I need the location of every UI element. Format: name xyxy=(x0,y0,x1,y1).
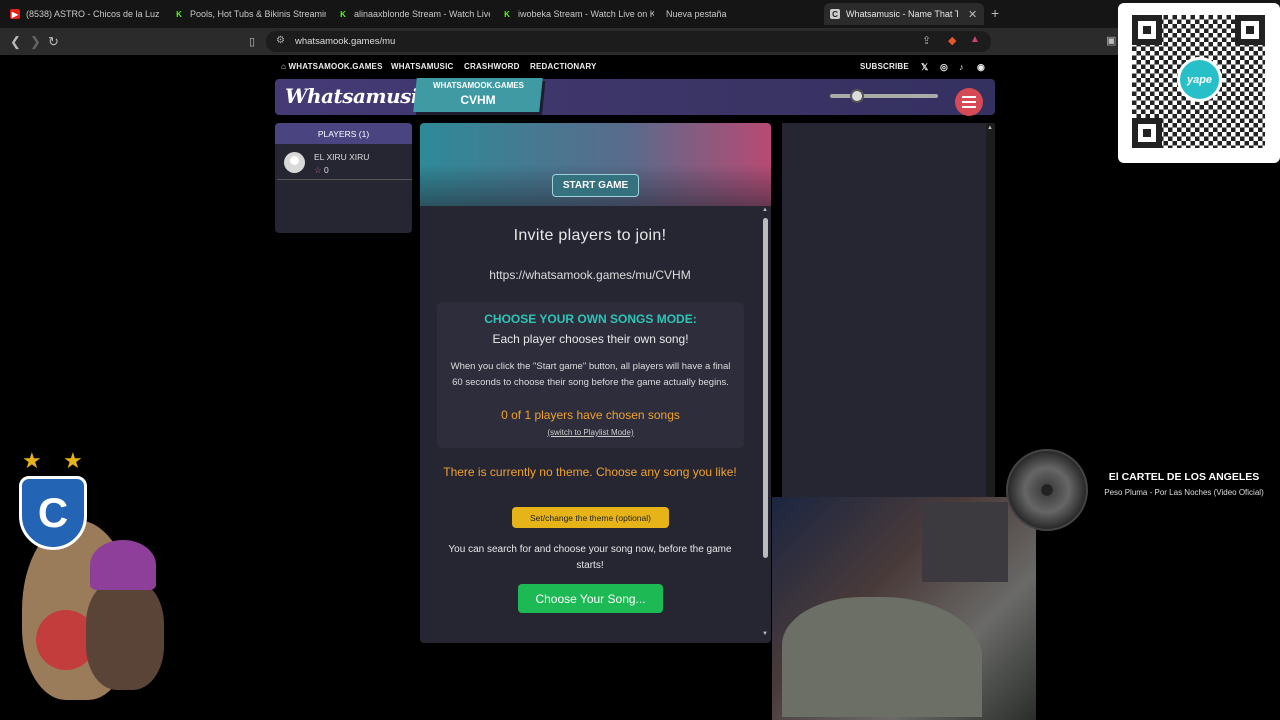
nav-redactionary[interactable]: REDACTIONARY xyxy=(530,62,597,71)
divider xyxy=(277,179,412,180)
nav-crashword[interactable]: CRASHWORD xyxy=(464,62,520,71)
mode-description: When you click the "Start game" button, … xyxy=(450,361,731,388)
mode-subtitle: Each player chooses their own song! xyxy=(492,332,689,346)
tab-iwobeka[interactable]: K iwobeka Stream - Watch Live on Kick xyxy=(496,3,654,25)
share-icon[interactable]: ⇪ xyxy=(922,34,931,47)
player-name: EL XIRU XIRU xyxy=(314,152,370,162)
room-site-label: WHATSAMOOK.GAMES xyxy=(433,81,524,90)
tiktok-icon[interactable]: ♪ xyxy=(959,62,964,72)
qr-finder xyxy=(1235,15,1265,45)
reload-icon[interactable]: ↻ xyxy=(48,34,59,50)
nav-subscribe[interactable]: SUBSCRIBE xyxy=(860,62,909,71)
room-code: CVHM xyxy=(460,93,496,107)
qr-finder xyxy=(1132,118,1162,148)
chat-panel xyxy=(782,123,986,498)
twitter-icon[interactable]: 𝕏 xyxy=(921,62,928,73)
close-tab-icon[interactable]: ✕ xyxy=(968,8,977,21)
volume-slider[interactable] xyxy=(830,94,938,98)
tab-label: alinaaxblonde Stream - Watch Live o xyxy=(354,9,490,19)
set-theme-button[interactable]: Set/change the theme (optional) xyxy=(512,507,669,528)
bookmark-icon[interactable]: ▯ xyxy=(249,35,255,48)
nav-home[interactable]: ⌂ WHATSAMOOK.GAMES xyxy=(281,62,383,71)
back-icon[interactable]: ❮ xyxy=(10,34,21,50)
theme-text: There is currently no theme. Choose any … xyxy=(443,465,737,479)
scroll-up-icon[interactable]: ▲ xyxy=(987,125,993,131)
invite-title: Invite players to join! xyxy=(513,227,667,244)
url-text: whatsamook.games/mu xyxy=(295,36,396,47)
tab-alina[interactable]: K alinaaxblonde Stream - Watch Live o xyxy=(332,3,490,25)
sidebar-icon[interactable]: ▣ xyxy=(1106,34,1116,47)
invite-url[interactable]: https://whatsamook.games/mu/CVHM xyxy=(430,268,750,282)
instagram-icon[interactable]: ◎ xyxy=(940,62,948,73)
kick-icon: K xyxy=(176,9,182,19)
tab-label: iwobeka Stream - Watch Live on Kick xyxy=(518,9,654,19)
lobby-scrollbar[interactable] xyxy=(763,218,768,558)
brave-shield-icon[interactable]: ◆ xyxy=(948,34,956,47)
start-game-button[interactable]: START GAME xyxy=(552,174,639,197)
tab-label: Whatsamusic - Name That Tune xyxy=(846,9,958,19)
chosen-count: 0 of 1 players have chosen songs xyxy=(501,408,680,422)
kick-icon: K xyxy=(504,9,510,19)
site-info-icon[interactable]: ⚙ xyxy=(276,35,285,46)
tab-label: Pools, Hot Tubs & Bikinis Streaming xyxy=(190,9,326,19)
choose-song-button[interactable]: Choose Your Song... xyxy=(518,584,663,613)
volume-handle[interactable] xyxy=(850,89,864,103)
tab-whatsamusic[interactable]: C Whatsamusic - Name That Tune ✕ xyxy=(824,3,984,25)
whatsamusic-icon: C xyxy=(830,9,840,19)
url-bar[interactable]: ⚙ whatsamook.games/mu ⇪ ◆ ▲ xyxy=(266,31,991,52)
menu-icon[interactable] xyxy=(955,88,983,116)
yape-logo: yape xyxy=(1177,57,1222,102)
star-icon: ★ xyxy=(22,448,42,473)
address-toolbar: ❮ ❯ ↻ ▯ ⚙ whatsamook.games/mu ⇪ ◆ ▲ ▣ xyxy=(0,28,1280,55)
player-score: ☆ 0 xyxy=(314,165,329,175)
now-playing-title: El CARTEL DE LOS ANGELES xyxy=(1108,471,1260,483)
webcam-feed xyxy=(772,497,1036,720)
chat-scrollbar[interactable] xyxy=(986,123,995,498)
site-logo[interactable]: Whatsamusic xyxy=(285,84,430,108)
youtube-icon: ▶ xyxy=(10,9,20,19)
scroll-down-icon[interactable]: ▼ xyxy=(762,631,768,637)
browser-tab-bar: ▶ (8538) ASTRO - Chicos de la Luz (Ful K… xyxy=(0,0,1280,28)
kick-icon: K xyxy=(340,9,346,19)
rewards-icon[interactable]: ▲ xyxy=(970,34,980,45)
tab-new[interactable]: Nueva pestaña xyxy=(660,3,818,25)
album-art xyxy=(1006,449,1088,531)
star-icon: ★ xyxy=(63,448,83,473)
search-text: You can search for and choose your song … xyxy=(448,544,732,571)
switch-playlist-link[interactable]: (switch to Playlist Mode) xyxy=(437,428,744,437)
players-header: PLAYERS (1) xyxy=(275,123,412,144)
new-tab-icon[interactable]: + xyxy=(991,5,999,21)
star-icon: ☆ xyxy=(314,165,324,175)
mode-title: CHOOSE YOUR OWN SONGS MODE: xyxy=(484,312,697,326)
now-playing-artist: Peso Pluma - Por Las Noches (Video Ofici… xyxy=(1104,488,1264,497)
mascot-hat xyxy=(90,540,156,590)
tab-astro[interactable]: ▶ (8538) ASTRO - Chicos de la Luz (Ful xyxy=(4,3,162,25)
club-shield-logo: C xyxy=(19,476,87,550)
qr-finder xyxy=(1132,15,1162,45)
discord-icon[interactable]: ◉ xyxy=(977,62,985,73)
tab-label: Nueva pestaña xyxy=(666,9,727,19)
mascot-face xyxy=(86,580,164,690)
scroll-up-icon[interactable]: ▲ xyxy=(762,207,768,213)
tab-label: (8538) ASTRO - Chicos de la Luz (Ful xyxy=(26,9,162,19)
nav-whatsamusic[interactable]: WHATSAMUSIC xyxy=(391,62,454,71)
tab-pools[interactable]: K Pools, Hot Tubs & Bikinis Streaming xyxy=(168,3,326,25)
avatar xyxy=(284,152,305,173)
forward-icon[interactable]: ❯ xyxy=(30,34,41,50)
